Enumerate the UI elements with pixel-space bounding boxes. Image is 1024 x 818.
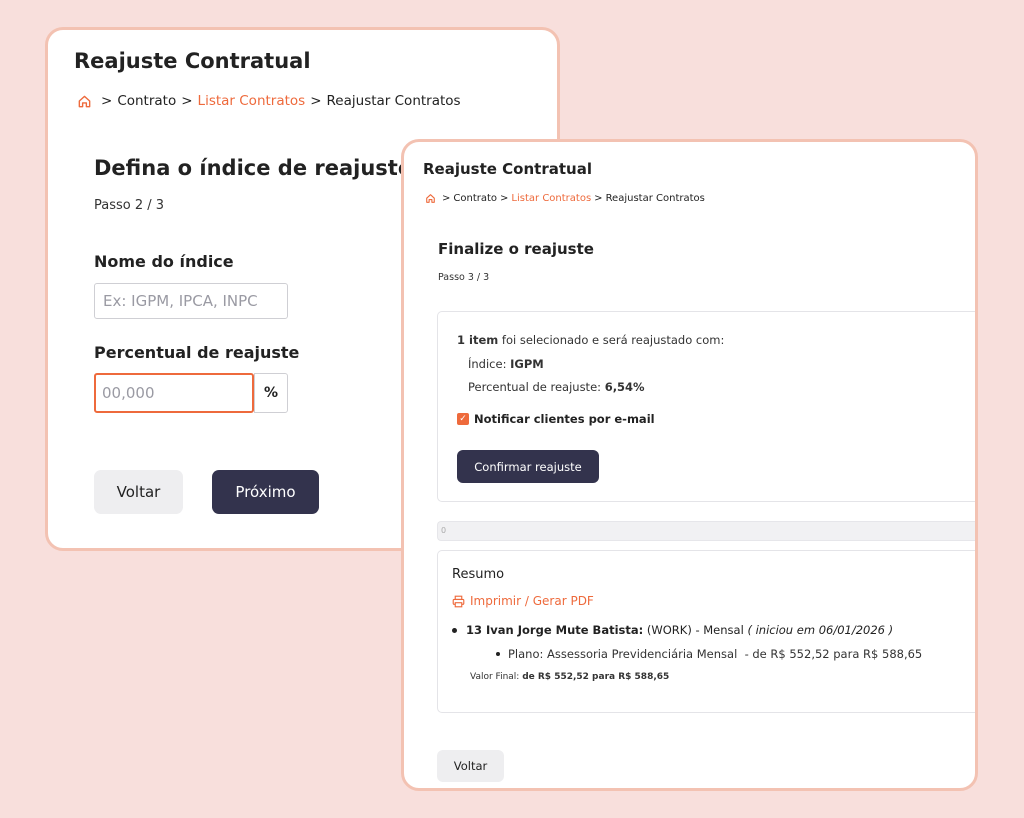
percent-line: Percentual de reajuste: 6,54% <box>468 380 645 394</box>
progress-value: 0 <box>441 526 447 535</box>
notify-label: Notificar clientes por e-mail <box>474 412 655 426</box>
client-detail: (WORK) - Mensal <box>643 623 748 637</box>
percentage-label: Percentual de reajuste <box>94 343 300 362</box>
breadcrumb-listar-contratos[interactable]: Listar Contratos <box>511 193 591 204</box>
progress-bar: 0 <box>437 521 975 541</box>
selection-text: foi selecionado e será reajustado com: <box>498 333 725 347</box>
back-button[interactable]: Voltar <box>94 470 183 514</box>
finalize-adjustment-card: Reajuste Contratual > Contrato > Listar … <box>401 139 978 791</box>
step-indicator: Passo 3 / 3 <box>438 272 490 283</box>
index-name-label: Nome do índice <box>94 252 234 271</box>
selection-summary: 1 item foi selecionado e será reajustado… <box>457 333 724 347</box>
index-name-input[interactable] <box>94 283 288 319</box>
breadcrumb-reajustar-contratos: Reajustar Contratos <box>326 93 461 109</box>
breadcrumb-reajustar-contratos: Reajustar Contratos <box>605 193 705 204</box>
step-indicator: Passo 2 / 3 <box>94 198 165 213</box>
percent-value: 6,54% <box>604 380 645 394</box>
breadcrumb-contrato[interactable]: Contrato <box>453 193 497 204</box>
confirm-adjustment-button[interactable]: Confirmar reajuste <box>457 450 599 483</box>
confirmation-panel: 1 item foi selecionado e será reajustado… <box>437 311 975 502</box>
plan-line: Plano: Assessoria Previdenciária Mensal … <box>508 647 923 661</box>
breadcrumb-separator: > <box>310 93 322 109</box>
home-icon[interactable] <box>77 94 92 109</box>
index-value: IGPM <box>510 357 544 371</box>
breadcrumb: > Contrato > Listar Contratos > Reajusta… <box>77 93 461 109</box>
breadcrumb-contrato[interactable]: Contrato <box>117 93 176 109</box>
notify-checkbox[interactable]: ✓ <box>457 413 469 425</box>
breadcrumb-separator: > <box>101 93 113 109</box>
breadcrumb-separator: > <box>442 193 451 204</box>
client-name: 13 Ivan Jorge Mute Batista: <box>466 623 644 637</box>
list-item: Plano: Assessoria Previdenciária Mensal … <box>496 647 922 661</box>
percent-suffix: % <box>254 373 288 413</box>
bullet <box>452 627 457 633</box>
back-button[interactable]: Voltar <box>437 750 504 782</box>
breadcrumb-listar-contratos[interactable]: Listar Contratos <box>198 93 306 109</box>
printer-icon <box>452 595 465 607</box>
final-value-line: Valor Final: de R$ 552,52 para R$ 588,65 <box>470 672 669 682</box>
page-title: Reajuste Contratual <box>74 49 311 73</box>
final-value-label: Valor Final: <box>470 672 523 682</box>
notify-checkbox-row[interactable]: ✓ Notificar clientes por e-mail <box>457 412 655 426</box>
home-icon[interactable] <box>425 193 436 204</box>
step-heading: Finalize o reajuste <box>438 240 594 258</box>
breadcrumb-separator: > <box>181 93 193 109</box>
step-heading: Defina o índice de reajuste <box>94 156 413 180</box>
percent-label: Percentual de reajuste: <box>468 380 605 394</box>
breadcrumb-separator: > <box>594 193 603 204</box>
list-item: 13 Ivan Jorge Mute Batista: (WORK) - Men… <box>452 623 893 637</box>
client-started: ( iniciou em 06/01/2026 ) <box>747 623 894 637</box>
summary-title: Resumo <box>452 567 505 582</box>
next-button[interactable]: Próximo <box>212 470 319 514</box>
bullet <box>496 652 500 656</box>
index-line: Índice: IGPM <box>468 357 544 371</box>
print-pdf-label: Imprimir / Gerar PDF <box>470 594 594 608</box>
selection-count: 1 item <box>457 333 499 347</box>
breadcrumb: > Contrato > Listar Contratos > Reajusta… <box>425 193 705 204</box>
index-label: Índice: <box>468 357 511 371</box>
final-value: de R$ 552,52 para R$ 588,65 <box>522 672 670 682</box>
summary-panel: Resumo Imprimir / Gerar PDF 13 Ivan Jorg… <box>437 550 975 713</box>
breadcrumb-separator: > <box>500 193 509 204</box>
print-pdf-link[interactable]: Imprimir / Gerar PDF <box>452 594 594 608</box>
percentage-input[interactable] <box>94 373 254 413</box>
page-title: Reajuste Contratual <box>423 160 592 178</box>
